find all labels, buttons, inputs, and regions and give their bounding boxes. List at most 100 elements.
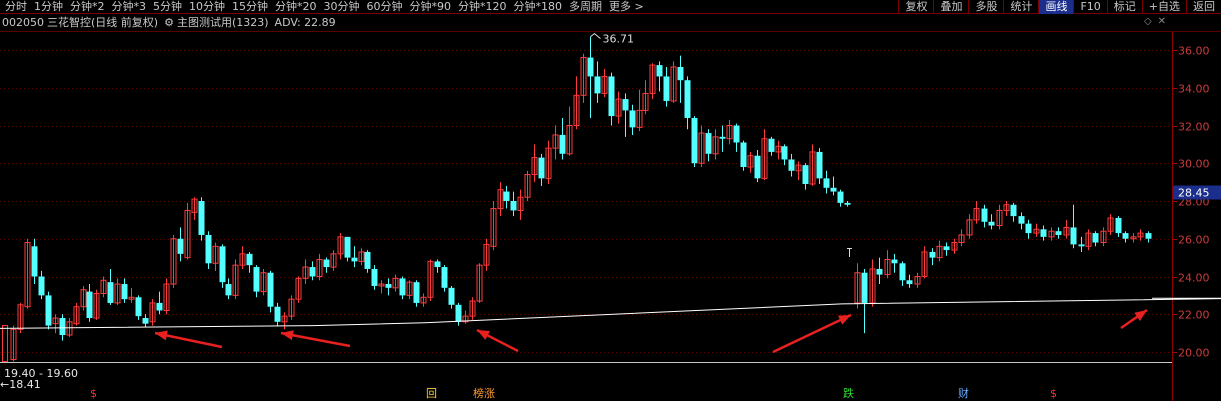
candle-body-down bbox=[309, 267, 316, 277]
candles bbox=[2, 36, 1152, 362]
candle-body-down bbox=[121, 284, 128, 300]
event-mark[interactable]: $ bbox=[90, 387, 97, 401]
candle-body-down bbox=[371, 268, 378, 286]
candle-body-down bbox=[267, 272, 274, 307]
candle-body-down bbox=[434, 261, 441, 268]
event-mark[interactable]: 榜涨 bbox=[473, 387, 495, 401]
candle-body-down bbox=[906, 280, 913, 285]
candle-body-down bbox=[1010, 204, 1017, 217]
candle-body-down bbox=[399, 278, 406, 296]
candle-body-down bbox=[38, 276, 45, 296]
candle-body-down bbox=[594, 76, 601, 94]
candle-body-down bbox=[364, 251, 371, 269]
candle-body-down bbox=[385, 284, 392, 288]
candle-body-down bbox=[135, 297, 142, 317]
candle-body-down bbox=[719, 136, 726, 139]
candle-body-down bbox=[816, 151, 823, 179]
candle-body-down bbox=[455, 304, 462, 322]
low-price-label: ←18.41 bbox=[0, 378, 41, 391]
y-tick-label: 24.00 bbox=[1178, 272, 1210, 285]
candle-body-down bbox=[225, 284, 232, 296]
event-mark[interactable]: 财 bbox=[958, 387, 969, 401]
candle-body-down bbox=[768, 138, 775, 152]
candle-body-down bbox=[274, 306, 281, 322]
candle-body-down bbox=[891, 259, 898, 264]
candle-body-down bbox=[1025, 223, 1032, 234]
y-tick-label: 32.00 bbox=[1178, 121, 1210, 134]
candle-body-down bbox=[587, 57, 594, 77]
candle-body-down bbox=[861, 272, 868, 303]
candle-body-down bbox=[899, 263, 906, 281]
arrow-head bbox=[281, 330, 294, 341]
candle-body-down bbox=[1145, 233, 1152, 239]
current-price-label: 28.45 bbox=[1178, 187, 1210, 200]
candle-body-down bbox=[1070, 227, 1077, 245]
candle-body-down bbox=[823, 178, 830, 188]
arrow-head bbox=[155, 330, 168, 341]
y-tick-label: 34.00 bbox=[1178, 83, 1210, 96]
candle-body-down bbox=[988, 221, 995, 226]
candle-body-down bbox=[441, 267, 448, 288]
event-mark[interactable]: 回 bbox=[426, 387, 437, 401]
high-label: 36.71 bbox=[603, 33, 635, 46]
y-tick-label: 30.00 bbox=[1178, 158, 1210, 171]
candle-body-down bbox=[663, 76, 670, 101]
candle-body-down bbox=[177, 238, 184, 254]
candle-body-down bbox=[413, 282, 420, 303]
candle-body-down bbox=[219, 246, 226, 283]
candle-body-down bbox=[981, 208, 988, 222]
candle-body-down bbox=[107, 282, 114, 303]
candle-body-down bbox=[844, 202, 851, 205]
candle-body-down bbox=[733, 125, 740, 143]
candle-body-down bbox=[781, 146, 788, 160]
candle-body-down bbox=[1018, 216, 1025, 224]
candle-body-down bbox=[448, 287, 455, 305]
candle-body-down bbox=[1092, 233, 1099, 243]
candle-body-down bbox=[31, 246, 38, 277]
candle-body-down bbox=[876, 268, 883, 275]
candle-body-down bbox=[929, 251, 936, 258]
candle-body-down bbox=[1122, 233, 1129, 239]
price-axis: 36.0034.0032.0030.0028.0026.0024.0022.00… bbox=[1172, 45, 1221, 360]
candle-body-down bbox=[156, 302, 163, 311]
candle-body-down bbox=[351, 257, 358, 262]
candle-body-down bbox=[59, 318, 66, 336]
candle-body-down bbox=[323, 259, 330, 268]
arrow-head bbox=[1134, 310, 1147, 321]
candle-body-down bbox=[802, 165, 809, 185]
candle-body-down bbox=[943, 246, 950, 251]
event-mark[interactable]: 跌 bbox=[843, 387, 854, 401]
candle-body-down bbox=[656, 65, 663, 77]
y-tick-label: 20.00 bbox=[1178, 347, 1210, 360]
candle-body-down bbox=[86, 291, 93, 319]
candle-body-down bbox=[510, 201, 517, 211]
candle-body-down bbox=[1055, 231, 1062, 235]
candle-body-down bbox=[253, 267, 260, 292]
event-mark[interactable]: $ bbox=[1050, 387, 1057, 401]
candle-body-down bbox=[1040, 229, 1047, 237]
candle-body-up bbox=[2, 325, 8, 362]
candle-body-down bbox=[684, 80, 691, 118]
candle-body-down bbox=[344, 236, 351, 258]
candlestick-chart: 36.0034.0032.0030.0028.0026.0024.0022.00… bbox=[0, 31, 1221, 401]
candle-body-down bbox=[608, 76, 615, 117]
y-tick-label: 36.00 bbox=[1178, 45, 1210, 58]
candle-body-down bbox=[503, 191, 510, 201]
candle-body-down bbox=[246, 253, 253, 266]
y-tick-label: 26.00 bbox=[1178, 234, 1210, 247]
candle-body-down bbox=[830, 187, 837, 192]
candle-body-down bbox=[837, 191, 844, 203]
candle-body-down bbox=[198, 201, 205, 235]
candle-body-down bbox=[1115, 217, 1122, 234]
candle-body-down bbox=[788, 159, 795, 171]
y-tick-label: 22.00 bbox=[1178, 309, 1210, 322]
candle-body-down bbox=[629, 110, 636, 128]
candle-body-down bbox=[622, 99, 629, 111]
arrow-shaft bbox=[772, 313, 852, 354]
candle-body-down bbox=[691, 117, 698, 164]
candle-body-down bbox=[559, 134, 566, 154]
candle-body-down bbox=[538, 157, 545, 179]
support-line bbox=[0, 297, 1221, 329]
candle-body-down bbox=[705, 133, 712, 154]
candle-body-down bbox=[740, 142, 747, 168]
